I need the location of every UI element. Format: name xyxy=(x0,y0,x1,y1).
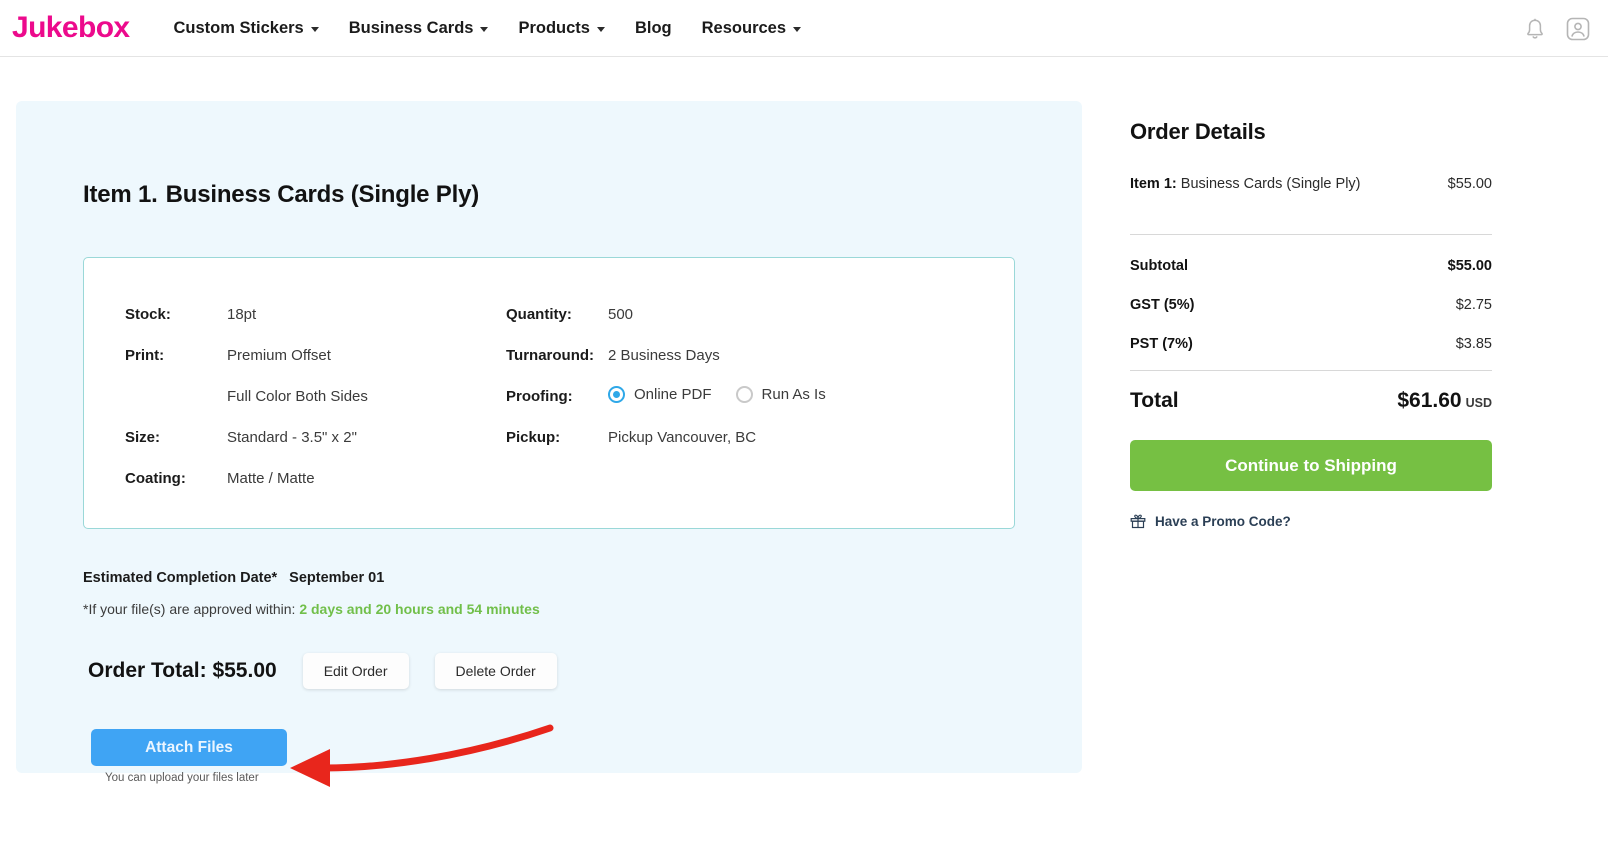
spec-row-size: Size: Standard - 3.5" x 2" xyxy=(125,427,505,448)
pst-label: PST (7%) xyxy=(1130,336,1193,352)
gst-label: GST (5%) xyxy=(1130,297,1195,313)
order-line-item: Item 1: Business Cards (Single Ply) $55.… xyxy=(1130,171,1492,198)
nav-label: Resources xyxy=(701,18,787,37)
header-actions xyxy=(1524,0,1590,57)
proofing-radio-group: Online PDF Run As Is xyxy=(608,386,826,403)
spec-row-turnaround: Turnaround: 2 Business Days xyxy=(506,345,986,366)
order-line-item-product: Business Cards (Single Ply) xyxy=(1180,176,1361,192)
radio-selected-icon[interactable] xyxy=(608,386,625,403)
spec-value: 18pt xyxy=(227,306,257,323)
spec-label: Coating: xyxy=(125,470,186,487)
spec-label: Stock: xyxy=(125,306,171,323)
spec-row-coating: Coating: Matte / Matte xyxy=(125,468,505,489)
radio-label: Run As Is xyxy=(761,386,826,403)
order-line-item-price: $55.00 xyxy=(1447,176,1492,192)
radio-unselected-icon[interactable] xyxy=(735,386,753,403)
subtotal-label: Subtotal xyxy=(1130,258,1188,274)
item-specifications-box: Stock: 18pt Print: Premium Offset Full C… xyxy=(83,257,1015,529)
annotation-arrow-icon xyxy=(290,724,554,787)
nav-label: Business Cards xyxy=(348,18,474,37)
order-line-item-name: Item 1: Business Cards (Single Ply) xyxy=(1130,171,1361,198)
spec-label: Quantity: xyxy=(506,306,572,323)
specs-column-right: Quantity: 500 Turnaround: 2 Business Day… xyxy=(506,304,986,468)
spec-label: Turnaround: xyxy=(506,347,595,364)
account-avatar-icon[interactable] xyxy=(1566,17,1590,41)
spec-row-print: Print: Premium Offset xyxy=(125,345,505,366)
checkout-page: Item 1. Business Cards (Single Ply) Stock… xyxy=(0,57,1608,856)
grand-total-value: $61.60 xyxy=(1397,389,1462,412)
chevron-down-icon xyxy=(310,26,319,32)
grand-total-currency: USD xyxy=(1465,396,1492,410)
approval-note-prefix: *If your file(s) are approved within: xyxy=(83,601,300,617)
spec-label: Pickup: xyxy=(506,429,561,446)
estimated-completion-value: September 01 xyxy=(289,570,385,586)
spec-value: 500 xyxy=(608,306,634,323)
nav-label: Blog xyxy=(634,18,672,37)
grand-total-row: Total $61.60 USD xyxy=(1130,389,1492,413)
panel-divider-top xyxy=(1130,234,1492,235)
item-title: Item 1. Business Cards (Single Ply) xyxy=(83,181,479,209)
spec-value: Standard - 3.5" x 2" xyxy=(227,429,357,446)
estimated-completion-label: Estimated Completion Date* xyxy=(83,570,278,586)
promo-code-label: Have a Promo Code? xyxy=(1155,513,1291,529)
item-title-number: Item 1. xyxy=(83,181,158,208)
site-header: Jukebox Custom Stickers Business Cards P… xyxy=(0,0,1608,57)
order-line-item-prefix: Item 1: xyxy=(1130,176,1177,192)
delete-order-button[interactable]: Delete Order xyxy=(434,653,557,689)
item-title-name: Business Cards (Single Ply) xyxy=(165,181,480,208)
estimated-completion-date: Estimated Completion Date* September 01 xyxy=(83,570,384,586)
subtotal-value: $55.00 xyxy=(1447,258,1492,274)
chevron-down-icon xyxy=(793,26,802,32)
radio-option-run-as-is[interactable]: Run As Is xyxy=(735,386,826,403)
edit-order-button[interactable]: Edit Order xyxy=(302,653,409,689)
attach-files-note: You can upload your files later xyxy=(105,772,259,784)
item-order-total: Order Total: $55.00 xyxy=(88,659,277,682)
spec-value: Matte / Matte xyxy=(227,470,315,487)
nav-item-business-cards[interactable]: Business Cards xyxy=(349,19,489,38)
nav-item-custom-stickers[interactable]: Custom Stickers xyxy=(174,19,319,38)
subtotal-row: Subtotal $55.00 xyxy=(1130,258,1492,274)
radio-label: Online PDF xyxy=(634,386,712,403)
jukebox-logo[interactable]: Jukebox xyxy=(12,13,130,43)
nav-label: Products xyxy=(518,18,590,37)
order-details-panel: Order Details Item 1: Business Cards (Si… xyxy=(1130,119,1492,529)
pst-row: PST (7%) $3.85 xyxy=(1130,336,1492,352)
panel-divider-bottom xyxy=(1130,370,1492,371)
approval-window-value: 2 days and 20 hours and 54 minutes xyxy=(299,601,540,617)
main-navigation: Custom Stickers Business Cards Products … xyxy=(174,19,802,38)
pst-value: $3.85 xyxy=(1455,336,1492,352)
spec-row-pickup: Pickup: Pickup Vancouver, BC xyxy=(506,427,986,448)
attach-files-button[interactable]: Attach Files xyxy=(91,729,287,766)
radio-option-online-pdf[interactable]: Online PDF xyxy=(608,386,712,403)
notification-bell-icon[interactable] xyxy=(1524,17,1546,41)
chevron-down-icon xyxy=(596,26,605,32)
continue-to-shipping-button[interactable]: Continue to Shipping xyxy=(1130,440,1492,491)
nav-label: Custom Stickers xyxy=(173,18,304,37)
spec-row-proofing: Proofing: Online PDF Run As Is xyxy=(506,386,986,407)
spec-label: Print: xyxy=(125,347,165,364)
gst-row: GST (5%) $2.75 xyxy=(1130,297,1492,313)
specs-column-left: Stock: 18pt Print: Premium Offset Full C… xyxy=(125,304,505,509)
chevron-down-icon xyxy=(480,26,489,32)
spec-label: Proofing: xyxy=(506,388,573,405)
gift-box-icon xyxy=(1130,514,1146,529)
spec-value: Premium Offset xyxy=(227,347,331,364)
approval-window-note: *If your file(s) are approved within: 2 … xyxy=(83,601,540,617)
gst-value: $2.75 xyxy=(1455,297,1492,313)
nav-item-blog[interactable]: Blog xyxy=(635,19,672,38)
item-total-actions: Order Total: $55.00 Edit Order Delete Or… xyxy=(88,653,557,689)
spec-value-print-sides: Full Color Both Sides xyxy=(227,388,368,405)
order-details-title: Order Details xyxy=(1130,119,1266,144)
item-summary-card: Item 1. Business Cards (Single Ply) Stock… xyxy=(16,101,1082,787)
spec-value: Pickup Vancouver, BC xyxy=(608,429,757,446)
grand-total-label: Total xyxy=(1130,389,1179,412)
promo-code-link[interactable]: Have a Promo Code? xyxy=(1130,513,1492,529)
spec-row-quantity: Quantity: 500 xyxy=(506,304,986,325)
grand-total-amount-group: $61.60 USD xyxy=(1397,389,1492,413)
spec-value: 2 Business Days xyxy=(608,347,720,364)
spec-label: Size: xyxy=(125,429,161,446)
nav-item-products[interactable]: Products xyxy=(518,19,605,38)
spec-row-stock: Stock: 18pt xyxy=(125,304,505,325)
nav-item-resources[interactable]: Resources xyxy=(701,18,802,38)
